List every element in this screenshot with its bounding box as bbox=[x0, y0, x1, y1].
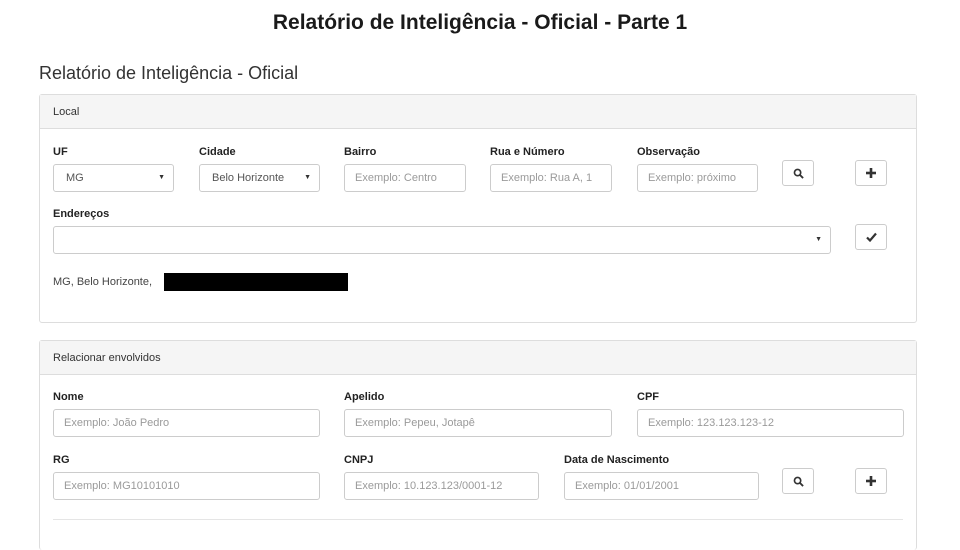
nome-label: Nome bbox=[53, 391, 84, 403]
slide-title: Relatório de Inteligência - Oficial - Pa… bbox=[272, 11, 688, 34]
envolvidos-search-button[interactable] bbox=[782, 468, 814, 494]
check-icon bbox=[865, 232, 877, 242]
enderecos-label: Endereços bbox=[53, 208, 110, 220]
caret-down-icon: ▼ bbox=[815, 236, 822, 243]
rua-input[interactable] bbox=[490, 164, 612, 192]
search-icon bbox=[793, 168, 804, 179]
page-heading: Relatório de Inteligência - Oficial bbox=[39, 63, 299, 83]
apelido-input[interactable] bbox=[344, 409, 612, 437]
cnpj-label: CNPJ bbox=[344, 454, 374, 466]
cidade-label: Cidade bbox=[199, 146, 236, 158]
redacted-block bbox=[164, 273, 348, 291]
envolvidos-panel: Relacionar envolvidos Nome Apelido CPF R… bbox=[39, 340, 917, 550]
search-icon bbox=[793, 476, 804, 487]
rg-input[interactable] bbox=[53, 472, 320, 500]
rua-label: Rua e Número bbox=[490, 146, 565, 158]
address-summary: MG, Belo Horizonte, bbox=[53, 276, 153, 288]
bairro-input[interactable] bbox=[344, 164, 466, 192]
enderecos-select[interactable]: ▼ bbox=[53, 226, 831, 254]
plus-icon bbox=[866, 476, 876, 486]
caret-down-icon: ▼ bbox=[304, 174, 311, 181]
section-divider bbox=[53, 519, 903, 520]
envolvidos-add-button[interactable] bbox=[855, 468, 887, 494]
data-nascimento-input[interactable] bbox=[564, 472, 759, 500]
bairro-label: Bairro bbox=[344, 146, 377, 158]
local-panel: Local UF MG ▼ Cidade Belo Horizonte ▼ Ba… bbox=[39, 94, 917, 323]
plus-icon bbox=[866, 168, 876, 178]
uf-select[interactable]: MG ▼ bbox=[53, 164, 174, 192]
data-nascimento-label: Data de Nascimento bbox=[564, 454, 670, 466]
uf-select-value: MG bbox=[66, 172, 84, 184]
observacao-label: Observação bbox=[637, 146, 700, 158]
nome-input[interactable] bbox=[53, 409, 320, 437]
cidade-select-value: Belo Horizonte bbox=[212, 172, 285, 184]
local-search-button[interactable] bbox=[782, 160, 814, 186]
local-panel-title: Local bbox=[40, 95, 916, 129]
cpf-input[interactable] bbox=[637, 409, 904, 437]
uf-label: UF bbox=[53, 146, 68, 158]
rg-label: RG bbox=[53, 454, 70, 466]
observacao-input[interactable] bbox=[637, 164, 758, 192]
apelido-label: Apelido bbox=[344, 391, 385, 403]
local-add-button[interactable] bbox=[855, 160, 887, 186]
cpf-label: CPF bbox=[637, 391, 659, 403]
cidade-select[interactable]: Belo Horizonte ▼ bbox=[199, 164, 320, 192]
caret-down-icon: ▼ bbox=[158, 174, 165, 181]
cnpj-input[interactable] bbox=[344, 472, 539, 500]
envolvidos-panel-title: Relacionar envolvidos bbox=[40, 341, 916, 375]
confirm-address-button[interactable] bbox=[855, 224, 887, 250]
